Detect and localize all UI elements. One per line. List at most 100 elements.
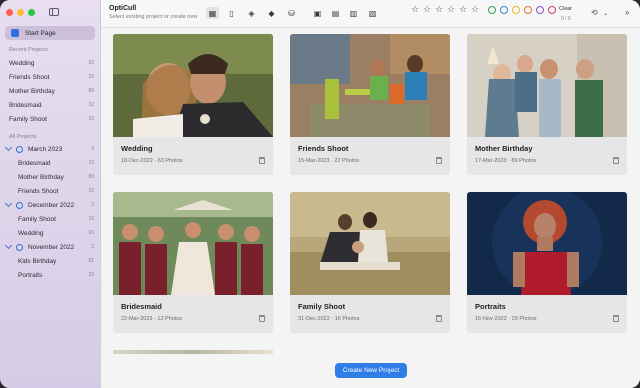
recent-item-label: Mother Birthday bbox=[9, 87, 55, 95]
star-filter-3-icon[interactable]: ☆ bbox=[447, 4, 455, 15]
minimize-window-button[interactable] bbox=[17, 9, 24, 16]
project-date: 15-Mar-2023 bbox=[298, 158, 330, 164]
project-meta: 17-Mar-2023 · 89 Photos bbox=[475, 158, 537, 164]
sidebar-item-start-page[interactable]: Start Page bbox=[5, 26, 95, 40]
trash-icon[interactable] bbox=[436, 315, 442, 322]
recent-item-label: Bridesmaid bbox=[9, 101, 42, 109]
recent-item-family-shoot[interactable]: Family Shoot 16 bbox=[9, 114, 94, 124]
recent-item-bridesmaid[interactable]: Bridesmaid 12 bbox=[9, 100, 94, 110]
recent-item-wedding[interactable]: Wedding 63 bbox=[9, 58, 94, 68]
color-filter-purple-icon[interactable] bbox=[536, 6, 544, 14]
project-card-portraits[interactable]: Portraits 16-Nov-2022 · 29 Photos bbox=[467, 192, 627, 333]
database-icon[interactable]: ⛁ bbox=[285, 7, 298, 19]
project-item-family-shoot[interactable]: Family Shoot 16 bbox=[18, 214, 94, 224]
history-icon[interactable]: ⟲ bbox=[591, 8, 598, 17]
chevron-down-icon bbox=[4, 241, 13, 250]
recent-item-mother-birthday[interactable]: Mother Birthday 89 bbox=[9, 86, 94, 96]
color-filter-yellow-icon[interactable] bbox=[512, 6, 520, 14]
project-item-label: Mother Birthday bbox=[18, 173, 64, 181]
group-count: 2 bbox=[91, 244, 94, 250]
home-icon bbox=[11, 29, 19, 37]
zero-star-filter-icon[interactable]: ☆ bbox=[411, 4, 419, 15]
close-window-button[interactable] bbox=[6, 9, 13, 16]
project-meta: 18-Dec-2022 · 63 Photos bbox=[121, 158, 183, 164]
project-item-wedding[interactable]: Wedding 63 bbox=[18, 228, 94, 238]
project-meta: 16-Nov-2022 · 29 Photos bbox=[475, 316, 537, 322]
compare-photos-icon[interactable]: ▤ bbox=[329, 7, 342, 19]
trash-icon[interactable] bbox=[613, 315, 619, 322]
sidebar: Start Page Recent Projects Wedding 63 Fr… bbox=[0, 0, 101, 388]
clipboard-icon[interactable]: ▯ bbox=[225, 7, 238, 19]
group-november-2022[interactable]: November 2022 2 bbox=[4, 241, 94, 252]
project-meta: 22-Mar-2023 · 12 Photos bbox=[121, 316, 183, 322]
group-march-2023[interactable]: March 2023 3 bbox=[4, 143, 94, 154]
star-filter-4-icon[interactable]: ☆ bbox=[459, 4, 467, 15]
clear-filter-button[interactable]: Clear bbox=[559, 6, 572, 12]
layers-icon[interactable]: ◆ bbox=[265, 7, 278, 19]
recent-item-friends-shoot[interactable]: Friends Shoot 22 bbox=[9, 72, 94, 82]
project-thumbnail bbox=[290, 34, 450, 137]
recent-item-label: Wedding bbox=[9, 59, 35, 67]
create-new-project-button[interactable]: Create New Project bbox=[335, 363, 407, 378]
toolbar: OptiCull Select existing project or crea… bbox=[101, 0, 640, 28]
project-name: Family Shoot bbox=[298, 302, 346, 311]
project-card-wedding[interactable]: Wedding 18-Dec-2022 · 63 Photos bbox=[113, 34, 273, 175]
window-controls bbox=[6, 9, 35, 16]
project-card-bridesmaid[interactable]: Bridesmaid 22-Mar-2023 · 12 Photos bbox=[113, 192, 273, 333]
trash-icon[interactable] bbox=[259, 157, 265, 164]
project-name: Friends Shoot bbox=[298, 144, 349, 153]
filter-count: 0 / 6 bbox=[561, 16, 571, 22]
chevron-down-icon[interactable]: ⌄ bbox=[603, 10, 608, 17]
project-item-bridesmaid[interactable]: Bridesmaid 12 bbox=[18, 158, 94, 168]
project-photo-count: 29 Photos bbox=[511, 316, 537, 322]
project-thumbnail bbox=[290, 192, 450, 295]
app-subtitle: Select existing project or create new bbox=[109, 14, 198, 20]
star-filter-2-icon[interactable]: ☆ bbox=[435, 4, 443, 15]
all-projects-heading: All Projects bbox=[9, 134, 37, 140]
recent-item-label: Friends Shoot bbox=[9, 73, 50, 81]
chevron-down-icon bbox=[4, 143, 13, 152]
group-december-2022[interactable]: December 2022 2 bbox=[4, 199, 94, 210]
grid-view-icon[interactable]: ▦ bbox=[206, 7, 219, 19]
color-filter-orange-icon[interactable] bbox=[524, 6, 532, 14]
recent-projects-heading: Recent Projects bbox=[9, 47, 48, 53]
color-filter-green-icon[interactable] bbox=[488, 6, 496, 14]
trash-icon[interactable] bbox=[613, 157, 619, 164]
project-photo-count: 12 Photos bbox=[157, 316, 183, 322]
project-item-count: 16 bbox=[88, 216, 94, 222]
project-item-label: Friends Shoot bbox=[18, 187, 59, 195]
export-photo-icon[interactable]: ▧ bbox=[366, 7, 379, 19]
stack-icon[interactable]: ◈ bbox=[245, 7, 258, 19]
color-filter-red-icon[interactable] bbox=[548, 6, 556, 14]
expand-toolbar-icon[interactable]: » bbox=[625, 8, 629, 17]
clock-icon bbox=[16, 145, 23, 153]
project-item-count: 63 bbox=[88, 230, 94, 236]
project-item-mother-birthday[interactable]: Mother Birthday 89 bbox=[18, 172, 94, 182]
single-photo-icon[interactable]: ▣ bbox=[311, 7, 324, 19]
project-name: Bridesmaid bbox=[121, 302, 162, 311]
recent-item-count: 89 bbox=[88, 88, 94, 94]
star-filter-5-icon[interactable]: ☆ bbox=[471, 4, 479, 15]
project-card-mother-birthday[interactable]: Mother Birthday 17-Mar-2023 · 89 Photos bbox=[467, 34, 627, 175]
maximize-window-button[interactable] bbox=[28, 9, 35, 16]
people-photo-icon[interactable]: ▥ bbox=[347, 7, 360, 19]
project-item-friends-shoot[interactable]: Friends Shoot 22 bbox=[18, 186, 94, 196]
color-filter-blue-icon[interactable] bbox=[500, 6, 508, 14]
project-item-label: Family Shoot bbox=[18, 215, 56, 223]
recent-item-count: 63 bbox=[88, 60, 94, 66]
project-item-kids-birthday[interactable]: Kids Birthday 81 bbox=[18, 256, 94, 266]
project-item-portraits[interactable]: Portraits 29 bbox=[18, 270, 94, 280]
project-item-label: Portraits bbox=[18, 271, 43, 279]
next-card-peek bbox=[113, 350, 273, 354]
project-item-label: Wedding bbox=[18, 229, 44, 237]
project-card-family-shoot[interactable]: Family Shoot 31-Dec-2022 · 16 Photos bbox=[290, 192, 450, 333]
project-item-label: Kids Birthday bbox=[18, 257, 57, 265]
trash-icon[interactable] bbox=[436, 157, 442, 164]
sidebar-toggle-icon[interactable] bbox=[49, 8, 59, 16]
star-filter-1-icon[interactable]: ☆ bbox=[423, 4, 431, 15]
project-meta: 15-Mar-2023 · 22 Photos bbox=[298, 158, 360, 164]
project-card-friends-shoot[interactable]: Friends Shoot 15-Mar-2023 · 22 Photos bbox=[290, 34, 450, 175]
trash-icon[interactable] bbox=[259, 315, 265, 322]
group-count: 3 bbox=[91, 146, 94, 152]
project-date: 17-Mar-2023 bbox=[475, 158, 507, 164]
